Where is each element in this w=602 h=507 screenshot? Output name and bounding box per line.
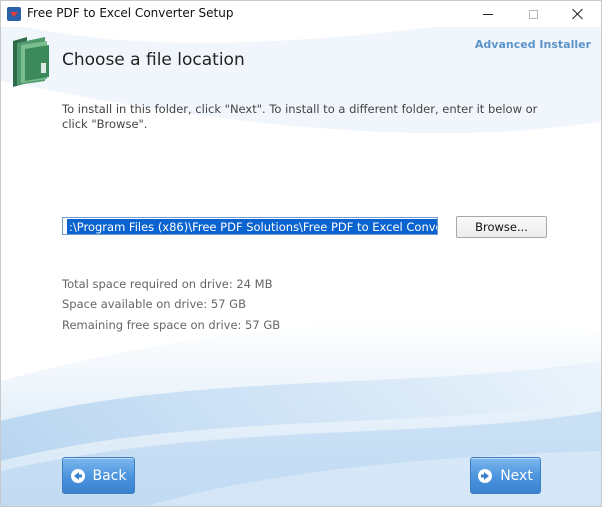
back-button[interactable]: Back <box>62 457 135 494</box>
maximize-icon <box>528 9 538 19</box>
next-button[interactable]: Next <box>470 457 541 494</box>
app-icon <box>7 7 21 21</box>
minimize-button[interactable] <box>465 1 511 27</box>
close-icon <box>572 8 584 20</box>
install-path-value: :\Program Files (x86)\Free PDF Solutions… <box>67 219 437 234</box>
folder-icon <box>13 37 49 87</box>
page-title: Choose a file location <box>62 50 245 70</box>
space-remaining-text: Remaining free space on drive: 57 GB <box>62 318 281 332</box>
space-available-text: Space available on drive: 57 GB <box>62 297 246 311</box>
brand-logo: Advanced Installer <box>474 38 591 51</box>
close-button[interactable] <box>555 1 601 27</box>
maximize-button[interactable] <box>510 1 556 27</box>
install-path-input[interactable]: :\Program Files (x86)\Free PDF Solutions… <box>62 217 438 235</box>
setup-window: Free PDF to Excel Converter Setup Advanc… <box>0 0 602 507</box>
back-arrow-icon <box>70 468 85 483</box>
space-required-text: Total space required on drive: 24 MB <box>62 277 273 291</box>
browse-button[interactable]: Browse... <box>456 216 547 238</box>
next-label: Next <box>500 467 533 484</box>
instructions-text: To install in this folder, click "Next".… <box>62 102 538 131</box>
next-arrow-icon <box>478 468 493 483</box>
background-swoosh <box>1 1 601 506</box>
title-bar: Free PDF to Excel Converter Setup <box>1 1 601 27</box>
back-label: Back <box>92 467 127 484</box>
minimize-icon <box>483 13 493 15</box>
window-title: Free PDF to Excel Converter Setup <box>27 6 234 20</box>
